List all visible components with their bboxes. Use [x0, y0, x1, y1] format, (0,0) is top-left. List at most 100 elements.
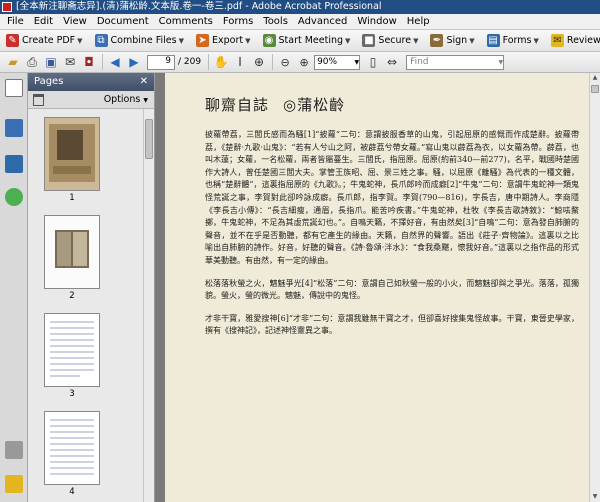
export-button[interactable]: ➤ Export ▼: [194, 32, 253, 50]
find-placeholder: Find: [410, 57, 429, 67]
window-title: [全本新注聊斋志异].(清)蒲松龄.文本版.卷一-卷三.pdf - Adobe …: [16, 1, 382, 12]
combine-files-label: Combine Files: [110, 35, 177, 46]
chevron-down-icon: ▼: [413, 36, 419, 45]
thumbnail-number: 3: [69, 389, 75, 399]
body-paragraph: 披蘿帶荔，三閭氏感而為騷[1]“披蘿”二句：意謂披服香草的山鬼，引起屈原的感慨而…: [205, 130, 579, 265]
menu-bar: File Edit View Document Comments Forms T…: [0, 14, 600, 30]
menu-view[interactable]: View: [58, 14, 92, 30]
signatures-icon[interactable]: [5, 155, 23, 173]
help-icon[interactable]: [5, 188, 23, 206]
toolbar-separator: [102, 54, 103, 70]
body-paragraph: 松落落秋螢之火，魑魅爭光[4]“松落”二句：意謂自己如秋螢一般的小火，而魑魅卻與…: [205, 278, 579, 301]
combine-files-button[interactable]: ⧉ Combine Files ▼: [93, 32, 187, 50]
zoom-icon[interactable]: ⊕: [250, 53, 268, 71]
chevron-down-icon: ▼: [498, 58, 504, 66]
page-thumbnail-1[interactable]: [44, 117, 100, 191]
page-thumbnail-2[interactable]: [44, 215, 100, 289]
book-cover-image: [45, 118, 99, 190]
fit-page-icon[interactable]: ▯: [364, 53, 382, 71]
thumbnail-number: 1: [69, 193, 75, 203]
chevron-down-icon: ▼: [354, 58, 360, 66]
chevron-down-icon: ▼: [469, 36, 475, 45]
acrobat-app-icon: [2, 2, 12, 12]
toolbar-separator: [272, 54, 274, 70]
comments-icon[interactable]: [5, 475, 23, 493]
trash-icon[interactable]: [33, 94, 44, 106]
document-page: 聊齋自誌 ◎蒲松齡 披蘿帶荔，三閭氏感而為騷[1]“披蘿”二句：意謂披服香草的山鬼…: [165, 73, 589, 502]
forms-icon: ▤: [486, 34, 500, 47]
text-page-preview: [50, 321, 94, 377]
page-total: / 209: [178, 57, 202, 67]
options-menu[interactable]: Options ▼: [104, 94, 148, 105]
secure-button[interactable]: ■ Secure ▼: [360, 32, 420, 50]
sign-button[interactable]: ✒ Sign ▼: [428, 32, 476, 50]
menu-forms[interactable]: Forms: [218, 14, 258, 30]
review-comment-button[interactable]: ✉ Review & Comment ▼: [549, 32, 600, 50]
pages-icon[interactable]: [5, 79, 23, 97]
pages-panel-title: Pages: [34, 76, 64, 87]
task-toolbar: ✎ Create PDF ▼ ⧉ Combine Files ▼ ➤ Expor…: [0, 30, 600, 52]
page-thumbnail-3[interactable]: [44, 313, 100, 387]
chevron-down-icon: ▼: [245, 36, 251, 45]
scrollbar-thumb[interactable]: [145, 119, 153, 159]
scroll-down-icon[interactable]: ▼: [590, 492, 600, 502]
menu-document[interactable]: Document: [92, 14, 154, 30]
previous-page-icon[interactable]: ◀: [106, 53, 124, 71]
thumbnail-scrollbar[interactable]: [143, 109, 154, 502]
attachments-icon[interactable]: [5, 441, 23, 459]
menu-tools[interactable]: Tools: [258, 14, 293, 30]
document-workspace: 聊齋自誌 ◎蒲松齡 披蘿帶荔，三閭氏感而為騷[1]“披蘿”二句：意謂披服香草的山鬼…: [155, 73, 589, 502]
forms-label: Forms: [502, 35, 532, 46]
pages-panel-toolbar: Options ▼: [28, 91, 154, 109]
toolbar-separator: [208, 54, 210, 70]
navigation-toolbar: ▰ ⎙ ▣ ✉ ◘ ◀ ▶ 9 / 209 ✋ Ⅰ ⊕ ⊖ ⊕ 90% ▼ ▯ …: [0, 52, 600, 73]
fit-width-icon[interactable]: ⇔: [383, 53, 401, 71]
page-number-input[interactable]: 9: [147, 54, 175, 70]
zoom-out-icon[interactable]: ⊖: [276, 53, 294, 71]
chapter-title: 聊齋自誌: [205, 96, 270, 114]
menu-help[interactable]: Help: [402, 14, 435, 30]
save-icon[interactable]: ▣: [42, 53, 60, 71]
body-paragraph: 才非干寶，雅愛搜神[6]“才非”二句：意謂我雖無干寶之才，但卻喜好搜集鬼怪故事。…: [205, 313, 579, 336]
start-meeting-button[interactable]: ◉ Start Meeting ▼: [261, 32, 353, 50]
meeting-icon: ◉: [262, 34, 276, 47]
thumbnail-number: 4: [69, 487, 75, 497]
forms-button[interactable]: ▤ Forms ▼: [485, 32, 541, 50]
menu-advanced[interactable]: Advanced: [293, 14, 352, 30]
page-thumbnail-4[interactable]: [44, 411, 100, 485]
select-text-icon[interactable]: Ⅰ: [231, 53, 249, 71]
zoom-level-value: 90%: [317, 57, 338, 67]
comment-icon: ✉: [550, 34, 564, 47]
thumbnail-list: 1 2 3 4: [28, 109, 144, 502]
scroll-up-icon[interactable]: ▲: [590, 73, 600, 83]
combine-files-icon: ⧉: [94, 34, 108, 47]
create-pdf-icon: ✎: [6, 34, 19, 47]
menu-edit[interactable]: Edit: [29, 14, 58, 30]
menu-comments[interactable]: Comments: [154, 14, 218, 30]
create-pdf-button[interactable]: ✎ Create PDF ▼: [4, 32, 85, 50]
next-page-icon[interactable]: ▶: [125, 53, 143, 71]
hand-tool-icon[interactable]: ✋: [212, 53, 230, 71]
document-scrollbar[interactable]: ▲ ▼: [589, 73, 600, 502]
open-folder-icon[interactable]: ▰: [4, 53, 22, 71]
close-icon[interactable]: ✕: [140, 73, 148, 91]
review-comment-label: Review & Comment: [566, 35, 600, 46]
print-icon[interactable]: ⎙: [23, 53, 41, 71]
chevron-down-icon: ▼: [143, 97, 148, 104]
lock-icon: ■: [362, 34, 376, 47]
bookmarks-icon[interactable]: [5, 119, 23, 137]
camera-icon[interactable]: ◘: [80, 53, 98, 71]
thumbnail-number: 2: [69, 291, 75, 301]
menu-window[interactable]: Window: [352, 14, 401, 30]
email-icon[interactable]: ✉: [61, 53, 79, 71]
export-label: Export: [212, 35, 244, 46]
menu-file[interactable]: File: [2, 14, 29, 30]
zoom-level-select[interactable]: 90% ▼: [314, 54, 361, 70]
navigation-pane-strip: [0, 73, 28, 502]
pages-panel-header: Pages ✕: [28, 73, 154, 91]
export-icon: ➤: [196, 34, 209, 47]
zoom-in-icon[interactable]: ⊕: [295, 53, 313, 71]
window-title-bar: [全本新注聊斋志异].(清)蒲松龄.文本版.卷一-卷三.pdf - Adobe …: [0, 0, 600, 14]
find-input[interactable]: Find ▼: [406, 54, 505, 70]
scrollbar-thumb[interactable]: [591, 85, 599, 93]
